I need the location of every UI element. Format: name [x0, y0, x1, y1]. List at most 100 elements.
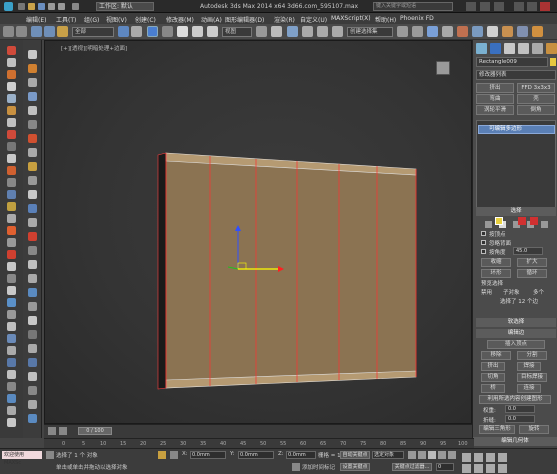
play-icon[interactable]: [428, 451, 436, 459]
preview-multi-radio[interactable]: 多个: [533, 288, 544, 296]
tool-icon-24[interactable]: [7, 322, 16, 331]
menu-maxscript[interactable]: MAXScript(X): [331, 15, 371, 22]
chamfer-button[interactable]: 倒角: [517, 105, 555, 115]
selected-object-dropdown[interactable]: 选定对象: [372, 451, 404, 459]
vertex-mode-icon[interactable]: [495, 217, 503, 225]
open-file-icon[interactable]: [28, 3, 35, 10]
minimize-button[interactable]: [514, 2, 524, 11]
modify-tab-icon[interactable]: [490, 43, 501, 54]
modifier-list-dropdown[interactable]: 修改器列表: [476, 70, 556, 80]
zoom-icon[interactable]: [462, 453, 471, 462]
schematic-view-icon[interactable]: [472, 26, 483, 37]
menu-modifiers[interactable]: 修改器(M): [166, 15, 194, 24]
tool-icon-15[interactable]: [7, 214, 16, 223]
tool2-icon-4[interactable]: [28, 92, 37, 101]
by-vertex-checkbox[interactable]: [481, 231, 486, 236]
edit-geometry-rollout-header[interactable]: 编辑几何体: [473, 437, 557, 446]
ffd-button[interactable]: FFD 3x3x3: [517, 83, 555, 93]
set-key-button[interactable]: 设置关键点: [340, 463, 370, 471]
menu-edit[interactable]: 编辑(E): [26, 15, 46, 24]
tool2-icon-25[interactable]: [28, 386, 37, 395]
tool-icon-2[interactable]: [7, 58, 16, 67]
goto-end-icon[interactable]: [448, 451, 456, 459]
display-tab-icon[interactable]: [532, 43, 543, 54]
shrink-button[interactable]: 收缩: [481, 258, 511, 267]
percent-snap-icon[interactable]: [332, 26, 343, 37]
tool2-icon-1[interactable]: [28, 50, 37, 59]
remove-button[interactable]: 移除: [481, 351, 511, 360]
tool-icon-19[interactable]: [7, 262, 16, 271]
tool-icon-30[interactable]: [7, 394, 16, 403]
select-scale-icon[interactable]: [207, 26, 218, 37]
utilities-tab-icon[interactable]: [546, 43, 557, 54]
tool-icon-1[interactable]: [7, 46, 16, 55]
soft-selection-rollout-header[interactable]: 软选择: [476, 318, 556, 327]
tool2-icon-13[interactable]: [28, 218, 37, 227]
align-icon[interactable]: [412, 26, 423, 37]
tool2-icon-2[interactable]: [28, 64, 37, 73]
hierarchy-tab-icon[interactable]: [504, 43, 515, 54]
keyboard-shortcut-icon[interactable]: [287, 26, 298, 37]
angle-snap-icon[interactable]: [317, 26, 328, 37]
menu-rendering[interactable]: 渲染(R): [274, 15, 295, 24]
tool2-icon-27[interactable]: [28, 414, 37, 423]
pivot-center-icon[interactable]: [256, 26, 267, 37]
tool2-icon-20[interactable]: [28, 316, 37, 325]
redo-toolbar-icon[interactable]: [16, 26, 27, 37]
workspace-dropdown[interactable]: 工作区: 默认: [96, 2, 154, 11]
x-coord-field[interactable]: 0.0mm: [190, 451, 226, 459]
menu-views[interactable]: 视图(V): [106, 15, 127, 24]
tool-icon-28[interactable]: [7, 370, 16, 379]
tool-icon-5[interactable]: [7, 94, 16, 103]
tool-icon-21[interactable]: [7, 286, 16, 295]
tool-icon-25[interactable]: [7, 334, 16, 343]
edit-triangulation-button[interactable]: 编辑三角形: [479, 425, 515, 434]
render-setup-icon[interactable]: [502, 26, 513, 37]
z-coord-field[interactable]: 0.0mm: [286, 451, 316, 459]
tool2-icon-18[interactable]: [28, 288, 37, 297]
perspective-viewport[interactable]: [+][透视][明暗处理+边面]: [44, 40, 472, 424]
tool-icon-8[interactable]: [7, 130, 16, 139]
connect-button[interactable]: 连接: [517, 384, 541, 393]
stack-item-editable-poly[interactable]: 可编辑多边形: [478, 125, 555, 134]
menu-animation[interactable]: 动画(A): [201, 15, 222, 24]
chamfer-edge-button[interactable]: 切角: [481, 373, 505, 382]
material-editor-icon[interactable]: [487, 26, 498, 37]
tool2-icon-12[interactable]: [28, 204, 37, 213]
next-key-icon[interactable]: [438, 451, 446, 459]
maximize-viewport-icon[interactable]: [498, 464, 507, 473]
unlink-icon[interactable]: [44, 26, 55, 37]
render-production-icon[interactable]: [532, 26, 543, 37]
mirror-icon[interactable]: [397, 26, 408, 37]
bridge-button[interactable]: 桥: [481, 384, 505, 393]
menu-tools[interactable]: 工具(T): [56, 15, 76, 24]
absolute-mode-icon[interactable]: [170, 451, 178, 459]
tool2-icon-15[interactable]: [28, 246, 37, 255]
tool2-icon-9[interactable]: [28, 162, 37, 171]
select-manipulate-icon[interactable]: [271, 26, 282, 37]
weld-button[interactable]: 焊接: [517, 362, 541, 371]
selection-lock-icon[interactable]: [158, 451, 166, 459]
favorites-icon[interactable]: [480, 2, 490, 11]
maxscript-listener[interactable]: 欢迎使用 MAXSc: [2, 451, 42, 466]
tool2-icon-10[interactable]: [28, 176, 37, 185]
curve-editor-icon[interactable]: [457, 26, 468, 37]
time-tag-icon[interactable]: [292, 463, 300, 471]
prev-frame-icon[interactable]: [48, 427, 56, 435]
region-select-icon[interactable]: [147, 26, 158, 37]
tool2-icon-22[interactable]: [28, 344, 37, 353]
graphite-ribbon-icon[interactable]: [442, 26, 453, 37]
link-icon[interactable]: [31, 26, 42, 37]
tool-icon-20[interactable]: [7, 274, 16, 283]
tool-icon-9[interactable]: [7, 142, 16, 151]
time-slider-bar[interactable]: 0 / 100: [44, 424, 472, 438]
edge-mode-icon[interactable]: [518, 217, 526, 225]
tool2-icon-21[interactable]: [28, 330, 37, 339]
extrude-button[interactable]: 挤出: [476, 83, 514, 93]
edit-edges-rollout-header[interactable]: 编辑边: [476, 329, 556, 338]
shell-button[interactable]: 壳: [517, 94, 555, 104]
angle-value-field[interactable]: 45.0: [513, 247, 543, 255]
crease-field[interactable]: 0.0: [505, 415, 535, 423]
split-button[interactable]: 分割: [517, 351, 547, 360]
tool2-icon-23[interactable]: [28, 358, 37, 367]
